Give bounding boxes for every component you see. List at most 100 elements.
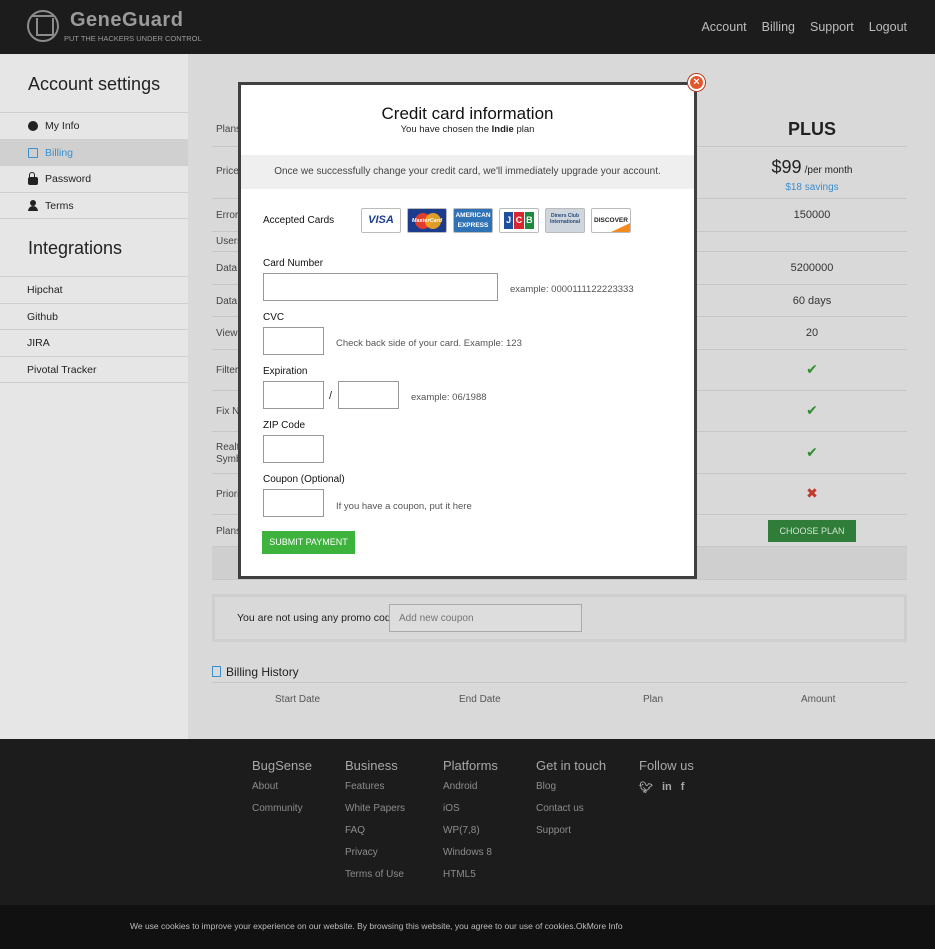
expiration-label: Expiration <box>263 366 308 377</box>
nav-account[interactable]: Account <box>701 20 746 34</box>
coupon-code-input[interactable] <box>263 489 324 517</box>
row-label: Error <box>216 210 239 221</box>
close-icon[interactable]: × <box>688 74 705 91</box>
card-number-input[interactable] <box>263 273 498 301</box>
user-icon <box>28 199 38 211</box>
footer-column-get-in-touch: Get in touch Blog Contact us Support <box>536 758 606 847</box>
check-icon: ✔ <box>806 402 818 418</box>
social-links: 🐦︎ in f <box>639 781 694 794</box>
accepted-cards-label: Accepted Cards <box>263 215 335 226</box>
sidebar-item-password[interactable]: Password <box>0 166 188 193</box>
coupon-hint: If you have a coupon, put it here <box>336 501 472 512</box>
row-label: Data <box>216 296 238 307</box>
nav-billing[interactable]: Billing <box>762 20 795 34</box>
top-nav: Account Billing Support Logout <box>701 20 907 34</box>
cvc-hint: Check back side of your card. Example: 1… <box>336 338 522 349</box>
footer-link-contact-us[interactable]: Contact us <box>536 803 606 825</box>
row-label: Price <box>216 166 239 177</box>
footer-link-support[interactable]: Support <box>536 825 606 847</box>
row-label: Fix N <box>216 406 240 417</box>
check-icon: ✔ <box>806 361 818 377</box>
site-footer: BugSense About Community Business Featur… <box>0 739 935 905</box>
divider <box>212 682 907 683</box>
info-icon <box>28 121 38 131</box>
footer-link-features[interactable]: Features <box>345 781 405 803</box>
coupon-label: Coupon (Optional) <box>263 474 345 485</box>
discover-icon: DISCOVER <box>591 208 631 233</box>
sidebar-item-label: Terms <box>45 199 74 212</box>
mastercard-icon: MasterCard <box>407 208 447 233</box>
row-label: View <box>216 328 238 339</box>
footer-heading: Platforms <box>443 758 498 773</box>
cvc-input[interactable] <box>263 327 324 355</box>
footer-heading: Business <box>345 758 398 773</box>
footer-link-blog[interactable]: Blog <box>536 781 606 803</box>
footer-column-platforms: Platforms Android iOS WP(7,8) Windows 8 … <box>443 758 498 891</box>
expiration-month-input[interactable] <box>263 381 324 409</box>
brand-name[interactable]: GeneGuard <box>70 9 183 32</box>
submit-payment-button[interactable]: SUBMIT PAYMENT <box>262 531 355 554</box>
column-header-start-date: Start Date <box>275 694 321 705</box>
sidebar-item-jira[interactable]: JIRA <box>0 330 188 357</box>
upgrade-notice: Once we successfully change your credit … <box>241 155 694 189</box>
sidebar-item-billing[interactable]: Billing <box>0 139 188 166</box>
nav-support[interactable]: Support <box>810 20 854 34</box>
footer-link-white-papers[interactable]: White Papers <box>345 803 405 825</box>
jcb-icon: J C B <box>499 208 539 233</box>
zip-code-input[interactable] <box>263 435 324 463</box>
cell-value: 20 <box>805 327 819 339</box>
footer-link-privacy[interactable]: Privacy <box>345 847 405 869</box>
expiration-year-input[interactable] <box>338 381 399 409</box>
footer-heading: Get in touch <box>536 758 607 773</box>
expiration-hint: example: 06/1988 <box>411 392 487 403</box>
footer-column-follow-us: Follow us 🐦︎ in f <box>639 758 694 794</box>
footer-link-terms[interactable]: Terms of Use <box>345 869 405 891</box>
account-menu: My Info Billing Password Terms <box>0 112 188 219</box>
column-header-amount: Amount <box>801 694 836 705</box>
row-label: Filter <box>216 365 239 376</box>
cell-value: 60 days <box>792 295 832 307</box>
footer-link-windows8[interactable]: Windows 8 <box>443 847 498 869</box>
facebook-icon[interactable]: f <box>681 781 685 794</box>
credit-card-modal: Credit card information You have chosen … <box>238 82 697 579</box>
sidebar-item-pivotal-tracker[interactable]: Pivotal Tracker <box>0 357 188 383</box>
footer-link-html5[interactable]: HTML5 <box>443 869 498 891</box>
choose-plan-cell: CHOOSE PLAN <box>752 520 872 542</box>
zip-code-label: ZIP Code <box>263 420 306 431</box>
linkedin-icon[interactable]: in <box>662 781 672 794</box>
modal-title: Credit card information <box>381 104 554 123</box>
footer-link-wp[interactable]: WP(7,8) <box>443 825 498 847</box>
cookie-text[interactable]: We use cookies to improve your experienc… <box>130 921 623 931</box>
integrations-menu: Hipchat Github JIRA Pivotal Tracker <box>0 276 188 383</box>
card-number-hint: example: 0000111122223333 <box>510 284 634 295</box>
check-icon: ✔ <box>806 444 818 460</box>
sidebar-item-my-info[interactable]: My Info <box>0 113 188 140</box>
footer-link-community[interactable]: Community <box>252 803 312 825</box>
plan-name: PLUS <box>787 119 836 139</box>
sidebar-item-github[interactable]: Github <box>0 304 188 330</box>
choose-plan-button[interactable]: CHOOSE PLAN <box>768 520 856 542</box>
footer-heading: Follow us <box>639 758 694 773</box>
footer-link-ios[interactable]: iOS <box>443 803 498 825</box>
footer-heading: BugSense <box>252 758 312 773</box>
footer-column-business: Business Features White Papers FAQ Priva… <box>345 758 405 891</box>
billing-history-title: Billing History <box>226 665 299 679</box>
nav-logout[interactable]: Logout <box>869 20 907 34</box>
column-header-end-date: End Date <box>459 694 501 705</box>
footer-link-about[interactable]: About <box>252 781 312 803</box>
twitter-icon[interactable]: 🐦︎ <box>639 781 653 794</box>
footer-link-android[interactable]: Android <box>443 781 498 803</box>
sidebar-item-terms[interactable]: Terms <box>0 193 188 219</box>
diners-club-icon: Diners Club International <box>545 208 585 233</box>
card-number-label: Card Number <box>263 258 324 269</box>
footer-link-faq[interactable]: FAQ <box>345 825 405 847</box>
row-label: Data <box>216 263 238 274</box>
expiration-separator: / <box>329 390 333 402</box>
coupon-input[interactable] <box>389 604 582 632</box>
cookie-banner: We use cookies to improve your experienc… <box>0 905 935 949</box>
cell-value: 5200000 <box>790 262 834 274</box>
logo-icon[interactable] <box>27 10 59 42</box>
sidebar-item-hipchat[interactable]: Hipchat <box>0 277 188 304</box>
sidebar-item-label: My Info <box>45 120 80 132</box>
accepted-cards: VISA MasterCard AMERICAN EXPRESS J C B D… <box>361 208 631 233</box>
